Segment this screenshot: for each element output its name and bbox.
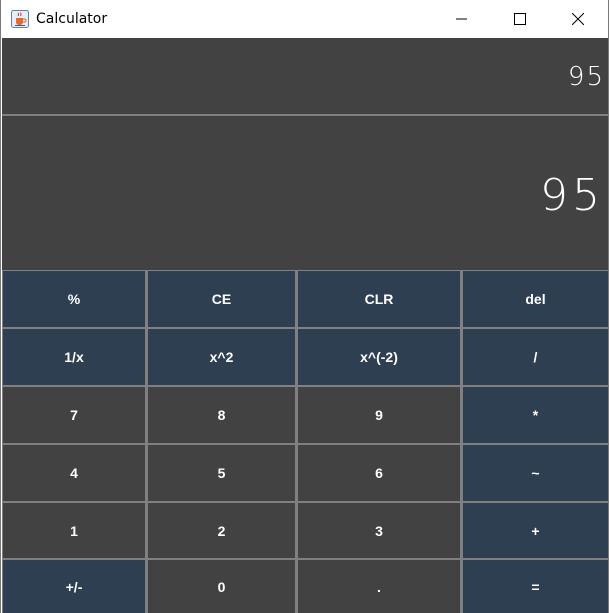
reciprocal-button[interactable]: 1/x: [3, 329, 145, 385]
plus-button[interactable]: +: [463, 503, 608, 558]
clear-all-button[interactable]: CLR: [298, 271, 460, 327]
digit-1-button[interactable]: 1: [3, 503, 145, 558]
square-button[interactable]: x^2: [148, 329, 295, 385]
equals-button[interactable]: =: [463, 560, 608, 613]
clear-entry-button[interactable]: CE: [148, 271, 295, 327]
tilde-button[interactable]: ~: [463, 445, 608, 501]
java-cup-icon: [11, 10, 29, 28]
maximize-icon: [514, 13, 526, 25]
maximize-button[interactable]: [491, 0, 549, 38]
digit-5-button[interactable]: 5: [148, 445, 295, 501]
inverse-square-button[interactable]: x^(-2): [298, 329, 460, 385]
digit-7-button[interactable]: 7: [3, 387, 145, 443]
expression-text: 95: [567, 62, 605, 92]
expression-display: 95: [2, 38, 608, 116]
digit-8-button[interactable]: 8: [148, 387, 295, 443]
delete-button[interactable]: del: [463, 271, 608, 327]
digit-9-button[interactable]: 9: [298, 387, 460, 443]
digit-2-button[interactable]: 2: [148, 503, 295, 558]
decimal-button[interactable]: .: [298, 560, 460, 613]
digit-0-button[interactable]: 0: [148, 560, 295, 613]
multiply-button[interactable]: *: [463, 387, 608, 443]
digit-3-button[interactable]: 3: [298, 503, 460, 558]
result-text: 95: [540, 170, 604, 221]
minimize-button[interactable]: [433, 0, 491, 38]
close-icon: [572, 13, 584, 25]
close-button[interactable]: [549, 0, 607, 38]
negate-button[interactable]: +/-: [3, 560, 145, 613]
calculator-window: Calculator 95 95 % CE CLR del 1/x x^2 x^(-2)/ 7…: [0, 0, 609, 613]
divide-button[interactable]: /: [463, 329, 608, 385]
title-bar[interactable]: Calculator: [1, 0, 608, 38]
window-title: Calculator: [36, 11, 108, 27]
keypad: % CE CLR del 1/x x^2 x^(-2)/ 7 8 9 * 4 5 6 ~1 2 3 + +/- 0. =: [2, 270, 608, 613]
digit-4-button[interactable]: 4: [3, 445, 145, 501]
minimize-icon: [456, 18, 467, 20]
result-display: 95: [2, 116, 608, 270]
percent-button[interactable]: %: [3, 271, 145, 327]
digit-6-button[interactable]: 6: [298, 445, 460, 501]
